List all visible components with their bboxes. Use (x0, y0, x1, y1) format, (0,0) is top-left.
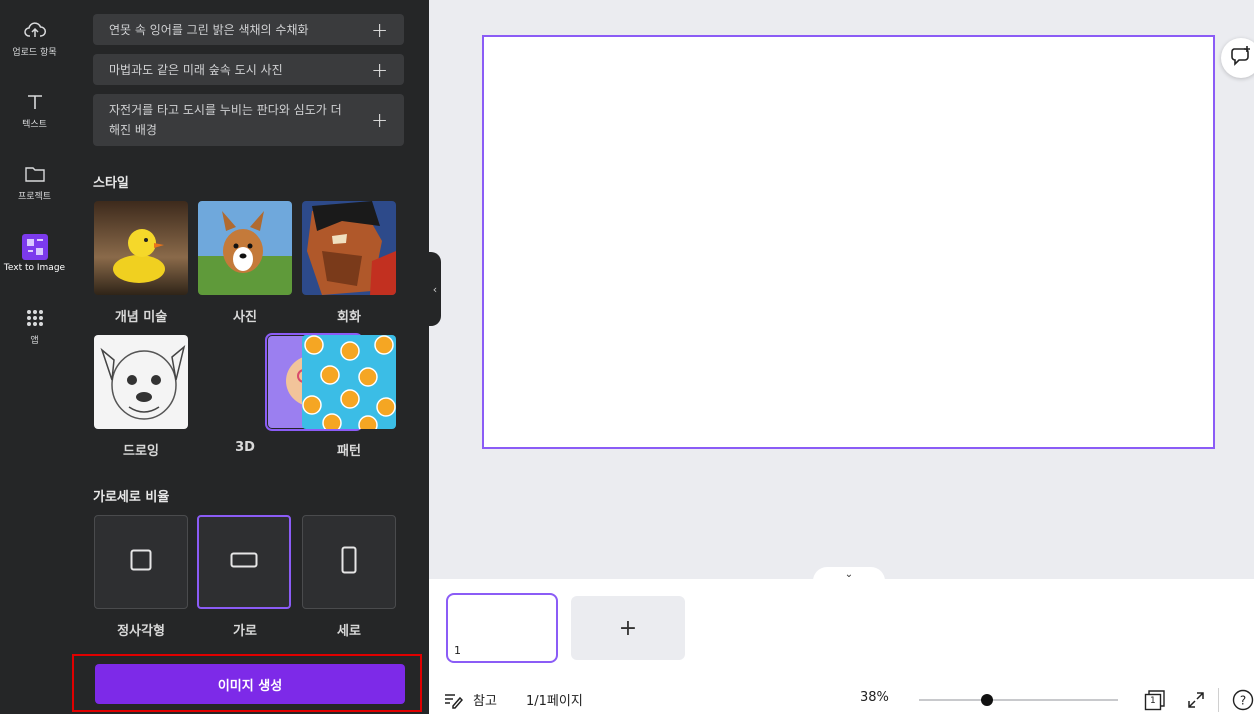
rail-label-apps: 앱 (30, 336, 39, 346)
design-canvas[interactable] (482, 35, 1215, 449)
grid-view-page-number: 1 (1150, 696, 1156, 706)
style-thumb-pattern[interactable] (302, 335, 396, 429)
rail-label-text: 텍스트 (22, 120, 47, 130)
collapse-panel-handle[interactable]: ‹ (429, 252, 441, 326)
portrait-icon (341, 546, 357, 578)
chevron-left-icon: ‹ (432, 282, 438, 296)
cloud-upload-icon (23, 18, 47, 42)
style-label-drawing: 드로잉 (123, 444, 159, 459)
plus-icon: + (371, 57, 388, 82)
plus-icon: + (371, 17, 388, 42)
style-thumb-painting[interactable] (302, 201, 396, 295)
add-page-button[interactable]: + (571, 596, 685, 660)
grid-view-button[interactable]: 1 (1143, 688, 1167, 712)
fullscreen-icon[interactable] (1184, 688, 1208, 712)
style-label-painting: 회화 (337, 310, 361, 325)
rail-label-uploads: 업로드 항목 (12, 48, 57, 58)
page-thumbnail-number: 1 (454, 644, 461, 657)
rail-item-text-to-image[interactable]: Text to Image (0, 217, 69, 290)
plus-icon: + (618, 615, 638, 641)
page-counter: 1/1페이지 (526, 694, 583, 709)
prompt-text: 연못 속 잉어를 그린 밝은 색채의 수채화 (109, 22, 309, 37)
rail-item-uploads[interactable]: 업로드 항목 (0, 18, 69, 58)
ratio-label-portrait: 세로 (337, 624, 361, 639)
text-to-image-icon (21, 234, 48, 260)
zoom-slider-handle[interactable] (981, 694, 993, 706)
rail-item-projects[interactable]: 프로젝트 (0, 162, 69, 202)
landscape-icon (230, 552, 258, 572)
square-icon (130, 549, 152, 575)
prompt-suggestion[interactable]: 마법과도 같은 미래 숲속 도시 사진 + (93, 54, 404, 85)
notes-icon (441, 688, 465, 712)
ratio-label-square: 정사각형 (117, 624, 165, 639)
style-thumb-photo[interactable] (198, 201, 292, 295)
page-thumbnail[interactable]: 1 (446, 593, 558, 663)
ratio-landscape-button[interactable] (197, 515, 291, 609)
notes-button[interactable]: 참고 (473, 690, 497, 709)
prompt-text: 자전거를 타고 도시를 누비는 판다와 심도가 더해진 배경 (109, 103, 342, 137)
rail-group-bottom (0, 290, 69, 714)
style-label-pattern: 패턴 (337, 444, 361, 459)
style-label-3d: 3D (235, 440, 255, 455)
app: 업로드 항목 텍스트 프로젝트 Text to Image 앱 연못 속 잉어를… (0, 0, 1254, 714)
style-label-photo: 사진 (233, 310, 257, 325)
style-section-title: 스타일 (93, 176, 129, 191)
svg-text:?: ? (1240, 694, 1246, 708)
prompt-suggestion[interactable]: 연못 속 잉어를 그린 밝은 색채의 수채화 + (93, 14, 404, 45)
ratio-section-title: 가로세로 비율 (93, 490, 170, 505)
folder-icon (23, 162, 47, 186)
zoom-slider-track[interactable] (919, 699, 1118, 701)
generate-highlight: 이미지 생성 (72, 654, 422, 712)
chevron-down-icon: ⌄ (844, 569, 854, 580)
zoom-level[interactable]: 38% (860, 690, 889, 705)
style-thumb-concept-art[interactable] (94, 201, 188, 295)
add-comment-button[interactable] (1221, 38, 1254, 78)
ratio-square-button[interactable] (94, 515, 188, 609)
rail-item-apps[interactable]: 앱 (0, 306, 69, 346)
pages-toggle[interactable]: ⌄ (813, 567, 885, 581)
comment-plus-icon (1230, 45, 1252, 71)
prompt-suggestion[interactable]: 자전거를 타고 도시를 누비는 판다와 심도가 더해진 배경 + (93, 94, 404, 146)
divider (1218, 688, 1219, 712)
generate-image-button[interactable]: 이미지 생성 (95, 664, 405, 704)
style-label-concept-art: 개념 미술 (114, 310, 168, 325)
prompt-text: 마법과도 같은 미래 숲속 도시 사진 (109, 62, 283, 77)
text-to-image-panel: 연못 속 잉어를 그린 밝은 색채의 수채화 + 마법과도 같은 미래 숲속 도… (69, 0, 429, 714)
side-rail: 업로드 항목 텍스트 프로젝트 Text to Image 앱 (0, 0, 69, 714)
ratio-label-landscape: 가로 (233, 624, 257, 639)
style-thumb-drawing[interactable] (94, 335, 188, 429)
ratio-portrait-button[interactable] (302, 515, 396, 609)
help-icon[interactable]: ? (1231, 688, 1254, 712)
plus-icon: + (371, 108, 388, 132)
rail-item-text[interactable]: 텍스트 (0, 90, 69, 130)
text-icon (23, 90, 47, 114)
apps-grid-icon (23, 306, 47, 330)
rail-label-text-to-image: Text to Image (3, 263, 66, 273)
rail-label-projects: 프로젝트 (17, 192, 52, 202)
